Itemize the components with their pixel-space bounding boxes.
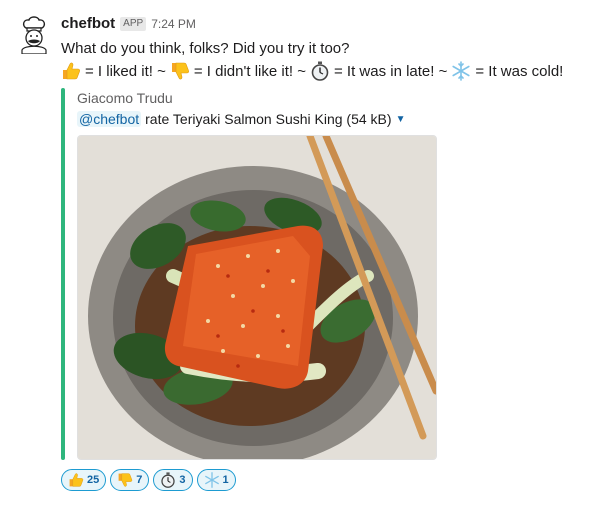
thumbs-up-icon [63, 62, 80, 80]
reaction-thumbs-down[interactable]: 7 [110, 469, 150, 491]
attachment-title: @chefbot rate Teriyaki Salmon Sushi King… [77, 111, 405, 127]
chevron-down-icon[interactable]: ▼ [396, 114, 406, 125]
attachment-title-text[interactable]: rate Teriyaki Salmon Sushi King (54 kB) [145, 111, 391, 127]
stopwatch-icon [311, 61, 329, 81]
legend-liked: = I liked it! ~ [85, 62, 166, 80]
stopwatch-icon [161, 472, 176, 488]
bot-name[interactable]: chefbot [61, 15, 115, 32]
legend-late: = It was in late! ~ [333, 62, 448, 80]
message-text: What do you think, folks? Did you try it… [61, 40, 350, 57]
reaction-legend: = I liked it! ~ = I didn't like it! ~ = … [61, 61, 567, 81]
reaction-stopwatch[interactable]: 3 [153, 469, 193, 491]
thumbs-down-icon [118, 473, 133, 487]
chef-avatar[interactable] [14, 14, 54, 54]
attachment-accent-bar [61, 88, 65, 460]
snowflake-icon [204, 472, 219, 488]
legend-cold: = It was cold! [475, 62, 564, 80]
app-badge: APP [120, 16, 147, 31]
reaction-count: 3 [179, 474, 186, 486]
reaction-count: 1 [222, 474, 229, 486]
attachment-author[interactable]: Giacomo Trudu [77, 90, 173, 106]
thumbs-down-icon [171, 62, 189, 80]
mention-chefbot[interactable]: @chefbot [77, 111, 142, 127]
thumbs-up-icon [69, 473, 84, 487]
reaction-thumbs-up[interactable]: 25 [61, 469, 107, 491]
reactions-bar: 25 7 3 1 [61, 469, 240, 491]
reaction-count: 7 [136, 474, 143, 486]
legend-disliked: = I didn't like it! ~ [193, 62, 306, 80]
message-timestamp[interactable]: 7:24 PM [151, 17, 196, 31]
salmon-photo [78, 136, 436, 459]
message-header: chefbot APP 7:24 PM [61, 15, 196, 32]
snowflake-icon [452, 61, 470, 81]
reaction-snowflake[interactable]: 1 [196, 469, 236, 491]
reaction-count: 25 [87, 474, 100, 486]
attachment-image[interactable] [77, 135, 437, 460]
